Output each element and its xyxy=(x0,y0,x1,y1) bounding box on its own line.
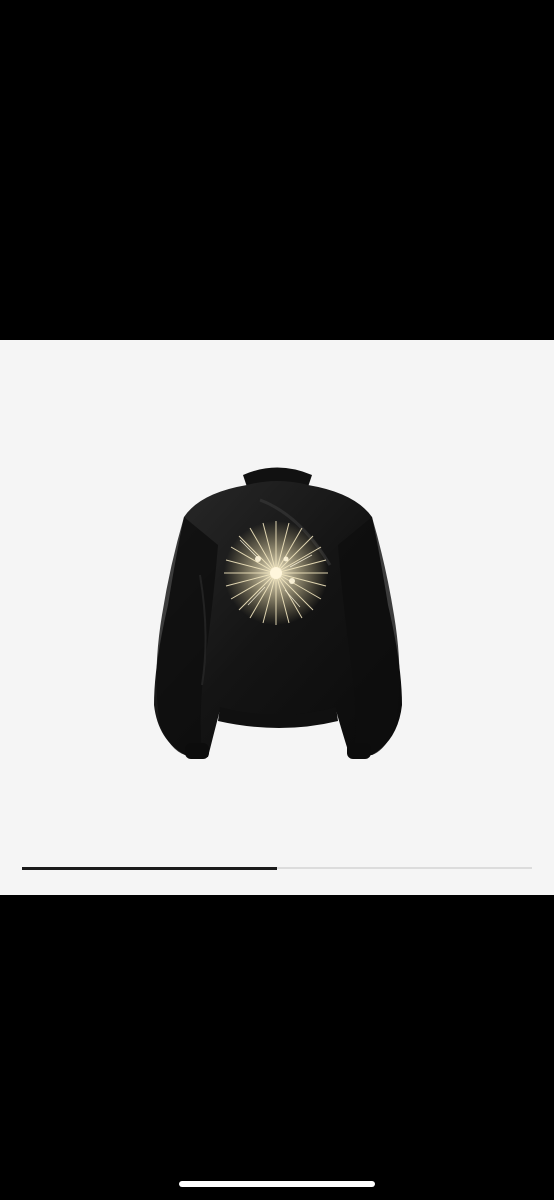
bottom-letterbox xyxy=(0,895,554,1200)
slide-progress-fill xyxy=(22,866,277,870)
slide-progress-bar xyxy=(22,866,532,870)
home-indicator[interactable] xyxy=(179,1181,375,1187)
jacket-icon xyxy=(154,467,402,759)
phone-screen xyxy=(0,0,554,1200)
product-image[interactable] xyxy=(140,455,415,785)
image-viewer[interactable] xyxy=(0,340,554,895)
top-letterbox xyxy=(0,0,554,340)
